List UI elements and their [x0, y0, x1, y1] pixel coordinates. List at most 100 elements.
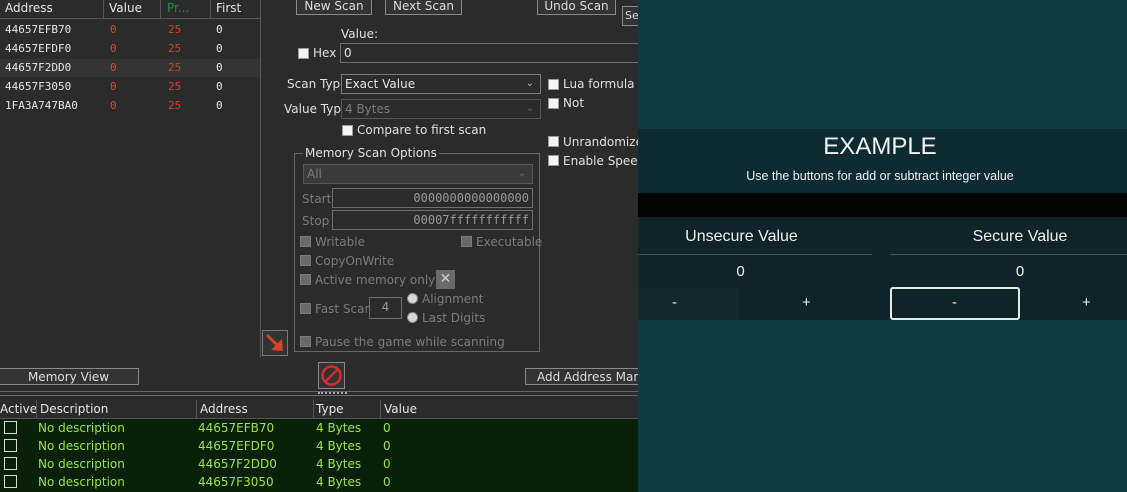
- unsecure-plus-button[interactable]: +: [740, 288, 872, 320]
- value-input[interactable]: 0: [340, 43, 638, 63]
- stop-icon[interactable]: [318, 362, 345, 389]
- last-digits-radio[interactable]: [407, 312, 418, 323]
- active-checkbox[interactable]: [4, 439, 17, 452]
- address-list[interactable]: Active Description Address Type Value No…: [0, 400, 638, 492]
- col-divider: [36, 400, 37, 418]
- next-scan-button[interactable]: Next Scan: [385, 0, 462, 15]
- speedhack-checkbox[interactable]: [548, 155, 559, 166]
- col-type[interactable]: Type: [316, 402, 344, 416]
- scan-result-row[interactable]: 44657EFB70 0 25 0: [0, 21, 260, 39]
- fast-scan-checkbox[interactable]: [300, 303, 311, 314]
- arrow-down-right-icon[interactable]: [262, 330, 288, 356]
- secure-value-label: Secure Value: [972, 228, 1068, 245]
- value-cell: 0: [110, 99, 117, 112]
- alignment-radio[interactable]: [407, 293, 418, 304]
- unrandomizer-checkbox[interactable]: [548, 136, 559, 147]
- copy-on-write-checkbox[interactable]: [300, 255, 311, 266]
- col-description[interactable]: Description: [40, 402, 108, 416]
- col-divider: [210, 0, 211, 18]
- region-select[interactable]: All ⌄: [303, 164, 533, 184]
- scan-type-select[interactable]: Exact Value ⌄: [341, 74, 541, 94]
- value-type-select[interactable]: 4 Bytes ⌄: [341, 99, 541, 119]
- col-previous[interactable]: Pr...: [167, 1, 189, 15]
- address-cell: 44657EFDF0: [198, 439, 275, 453]
- hex-checkbox[interactable]: [298, 48, 309, 59]
- settings-label: Se: [625, 9, 638, 22]
- type-cell: 4 Bytes: [316, 475, 362, 489]
- executable-label: Executable: [476, 235, 543, 249]
- first-cell: 0: [216, 61, 223, 74]
- first-cell: 0: [216, 99, 223, 112]
- previous-cell: 25: [168, 99, 182, 112]
- active-checkbox[interactable]: [4, 421, 17, 434]
- close-icon[interactable]: ✕: [436, 270, 455, 289]
- active-memory-checkbox[interactable]: [300, 274, 311, 285]
- type-cell: 4 Bytes: [316, 421, 362, 435]
- value-type-label: Value Type: [284, 102, 349, 116]
- not-label: Not: [563, 96, 585, 110]
- type-cell: 4 Bytes: [316, 457, 362, 471]
- scan-results-list[interactable]: Address Value Pr... First 44657EFB70 0 25 0…: [0, 0, 261, 357]
- value-cell: 0: [110, 61, 117, 74]
- value-type-value: 4 Bytes: [345, 102, 391, 116]
- undo-scan-button[interactable]: Undo Scan: [537, 0, 616, 15]
- minus-label: -: [952, 294, 957, 311]
- address-cell: 44657EFB70: [198, 421, 275, 435]
- address-cell: 44657F2DD0: [198, 457, 277, 471]
- not-checkbox[interactable]: [548, 98, 559, 109]
- memory-view-button[interactable]: Memory View: [0, 368, 139, 385]
- address-list-row[interactable]: No description 44657EFB70 4 Bytes 0: [0, 419, 638, 437]
- unsecure-minus-button[interactable]: -: [638, 288, 738, 320]
- memory-scan-options-title: Memory Scan Options: [303, 146, 439, 160]
- col-active[interactable]: Active: [0, 402, 37, 416]
- cheat-engine-window: Address Value Pr... First 44657EFB70 0 25 0…: [0, 0, 638, 492]
- page-subtitle: Use the buttons for add or subtract inte…: [746, 169, 1014, 183]
- new-scan-button[interactable]: New Scan: [296, 0, 372, 15]
- scan-type-value: Exact Value: [345, 77, 416, 91]
- start-input[interactable]: 0000000000000000: [332, 188, 533, 208]
- address-list-row[interactable]: No description 44657F2DD0 4 Bytes 0: [0, 455, 638, 473]
- secure-minus-button[interactable]: -: [890, 287, 1020, 320]
- scan-result-row[interactable]: 44657F3050 0 25 0: [0, 78, 260, 96]
- value-cell: 0: [383, 475, 391, 489]
- pause-game-label: Pause the game while scanning: [315, 335, 505, 349]
- col-address[interactable]: Address: [5, 1, 53, 15]
- pause-game-checkbox[interactable]: [300, 336, 311, 347]
- active-checkbox[interactable]: [4, 457, 17, 470]
- col-value[interactable]: Value: [384, 402, 417, 416]
- unrandomizer-label: Unrandomizer: [563, 135, 638, 149]
- col-divider: [160, 0, 161, 18]
- active-checkbox[interactable]: [4, 475, 17, 488]
- col-value[interactable]: Value: [109, 1, 142, 15]
- compare-first-checkbox[interactable]: [342, 125, 353, 136]
- divider: [890, 254, 1127, 255]
- plus-label: +: [1082, 294, 1091, 311]
- address-cell: 44657EFDF0: [5, 42, 72, 55]
- col-address[interactable]: Address: [200, 402, 248, 416]
- lua-formula-checkbox[interactable]: [548, 79, 559, 90]
- value-cell: 0: [110, 80, 117, 93]
- address-list-row[interactable]: No description 44657F3050 4 Bytes 0: [0, 473, 638, 491]
- address-list-row[interactable]: No description 44657EFDF0 4 Bytes 0: [0, 437, 638, 455]
- value-cell: 0: [383, 421, 391, 435]
- unsecure-value-label: Unsecure Value: [685, 228, 798, 245]
- page-title: EXAMPLE: [823, 133, 937, 160]
- scan-result-row[interactable]: 44657F2DD0 0 25 0: [0, 59, 260, 77]
- fast-scan-input[interactable]: 4: [369, 297, 402, 319]
- stop-input[interactable]: 00007fffffffffff: [332, 210, 533, 230]
- previous-cell: 25: [168, 42, 182, 55]
- scan-type-label: Scan Type: [287, 77, 348, 91]
- address-list-header: Active Description Address Type Value: [0, 400, 638, 419]
- executable-checkbox[interactable]: [461, 236, 472, 247]
- col-first[interactable]: First: [216, 1, 241, 15]
- divider: [638, 254, 872, 255]
- address-cell: 1FA3A747BA0: [5, 99, 78, 112]
- add-address-button[interactable]: Add Address Manu: [525, 368, 638, 385]
- writable-checkbox[interactable]: [300, 236, 311, 247]
- col-divider: [196, 400, 197, 418]
- secure-plus-button[interactable]: +: [1022, 288, 1127, 320]
- scan-result-row[interactable]: 44657EFDF0 0 25 0: [0, 40, 260, 58]
- scan-result-row[interactable]: 1FA3A747BA0 0 25 0: [0, 97, 260, 115]
- lua-formula-label: Lua formula: [563, 77, 635, 91]
- settings-button[interactable]: Se: [622, 6, 638, 26]
